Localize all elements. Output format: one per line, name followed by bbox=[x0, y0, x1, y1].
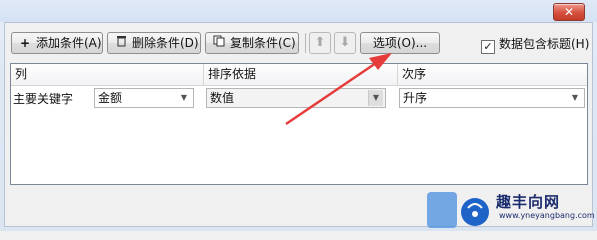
title-bar: ✕ bbox=[0, 0, 597, 22]
order-select[interactable]: 升序 ▼ bbox=[399, 88, 585, 108]
column-header-order: 次序 bbox=[402, 67, 427, 81]
trash-icon bbox=[114, 33, 128, 53]
delete-condition-label: 删除条件(D) bbox=[132, 36, 199, 50]
delete-condition-button[interactable]: 删除条件(D) bbox=[107, 32, 201, 54]
watermark-brand: 趣丰向网 bbox=[496, 193, 561, 211]
grid-header: 列 排序依据 次序 bbox=[11, 64, 587, 86]
options-label: 选项(O)... bbox=[372, 36, 428, 50]
column-header-sort-on: 排序依据 bbox=[204, 64, 398, 85]
move-down-button[interactable]: ⬇ bbox=[334, 32, 356, 54]
chevron-down-icon[interactable]: ▼ bbox=[177, 90, 191, 106]
close-button[interactable]: ✕ bbox=[553, 3, 585, 21]
column-select[interactable]: 金额 ▼ bbox=[94, 88, 194, 108]
header-checkbox-label: 数据包含标题(H) bbox=[499, 37, 590, 51]
sort-on-select-value: 数值 bbox=[210, 91, 235, 105]
chevron-down-icon[interactable]: ▼ bbox=[568, 90, 582, 106]
order-select-value: 升序 bbox=[403, 91, 428, 105]
arrow-down-icon: ⬇ bbox=[339, 35, 351, 50]
add-condition-label: 添加条件(A) bbox=[36, 36, 102, 50]
add-condition-button[interactable]: + 添加条件(A) bbox=[11, 32, 103, 54]
copy-condition-button[interactable]: 复制条件(C) bbox=[205, 32, 299, 54]
copy-condition-label: 复制条件(C) bbox=[230, 36, 296, 50]
options-button[interactable]: 选项(O)... bbox=[360, 32, 440, 54]
table-row: 主要关键字 金额 ▼ 数值 ▼ 升序 ▼ bbox=[11, 86, 587, 110]
sort-conditions-grid: 列 排序依据 次序 主要关键字 金额 ▼ 数值 ▼ 升序 ▼ bbox=[10, 63, 588, 185]
move-up-button[interactable]: ⬆ bbox=[309, 32, 331, 54]
column-header-column: 列 bbox=[11, 64, 204, 85]
watermark-url: www.yneyangbang.com bbox=[499, 211, 595, 220]
row-label: 主要关键字 bbox=[13, 92, 74, 106]
plus-icon: + bbox=[19, 36, 31, 50]
sort-on-select[interactable]: 数值 ▼ bbox=[206, 88, 386, 108]
chevron-down-icon[interactable]: ▼ bbox=[368, 90, 383, 106]
trash-icon-glyph bbox=[116, 36, 126, 47]
toolbar-separator bbox=[305, 33, 306, 53]
column-select-value: 金额 bbox=[98, 91, 123, 105]
header-checkbox-row[interactable]: ✓ 数据包含标题(H) bbox=[481, 35, 589, 54]
toolbar: + 添加条件(A) 删除条件(D) 复制条件(C) ⬆ ⬇ 选项(O)... ✓ 数… bbox=[11, 32, 589, 58]
header-checkbox[interactable]: ✓ bbox=[481, 40, 495, 54]
arrow-up-icon: ⬆ bbox=[314, 35, 326, 50]
copy-icon-glyph bbox=[213, 35, 225, 47]
copy-icon bbox=[212, 33, 226, 53]
